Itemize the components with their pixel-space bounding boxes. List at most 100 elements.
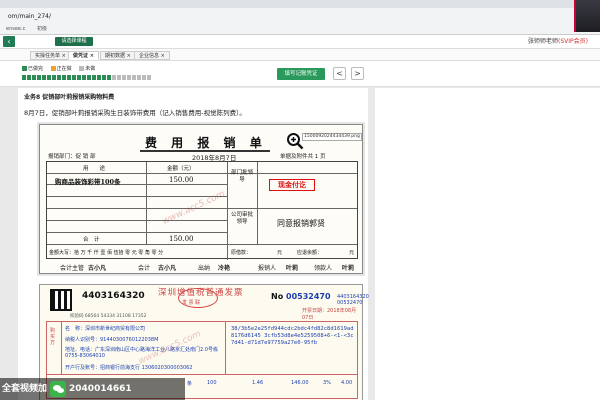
course-select[interactable]: 请选择课程 bbox=[55, 37, 93, 46]
question-dot[interactable] bbox=[42, 75, 46, 80]
question-dot[interactable] bbox=[72, 75, 76, 80]
buyer-label: 购买方 bbox=[50, 328, 56, 346]
square-icon bbox=[22, 66, 27, 71]
table-line bbox=[257, 162, 258, 244]
sign-name: 冷艳 bbox=[218, 265, 231, 272]
qr-code-icon bbox=[50, 289, 72, 311]
question-dot[interactable] bbox=[82, 75, 86, 80]
sign-label: 报销人 bbox=[258, 265, 277, 272]
question-dot[interactable] bbox=[87, 75, 91, 80]
status-toolbar: 已做完 正在做 未做 填写记账凭证 < > bbox=[0, 61, 600, 87]
back-button[interactable]: ‹ bbox=[3, 36, 15, 47]
invoice-date: 开票日期：2018年08月07日 bbox=[302, 308, 357, 321]
browser-bar: om/main_274/ ensee.c 初级 bbox=[0, 0, 600, 35]
question-dot[interactable] bbox=[92, 75, 96, 80]
address-bar[interactable]: om/main_274/ bbox=[0, 10, 600, 24]
user-info[interactable]: 张师师老师(SVIP会员) bbox=[528, 37, 588, 47]
question-dot[interactable] bbox=[107, 75, 111, 80]
invoice-code: 4403164320 bbox=[82, 291, 145, 301]
close-icon[interactable]: × bbox=[127, 53, 131, 59]
table-line bbox=[146, 162, 147, 244]
prev-button[interactable]: < bbox=[333, 67, 346, 80]
wechat-id: 2040014661 bbox=[69, 384, 132, 394]
question-dot[interactable] bbox=[32, 75, 36, 80]
tab-voucher[interactable]: 做凭证 × bbox=[68, 51, 99, 60]
question-dot[interactable] bbox=[67, 75, 71, 80]
question-dot[interactable] bbox=[52, 75, 56, 80]
table-line bbox=[61, 322, 62, 374]
sign-name: 叶莉 bbox=[342, 265, 355, 272]
bookmarks-bar: ensee.c 初级 bbox=[0, 24, 600, 35]
promo-watermark: 全套视频加 2040014661 bbox=[0, 378, 185, 400]
question-dot[interactable] bbox=[132, 75, 136, 80]
approval-note: 同意报销郭贤 bbox=[277, 219, 325, 228]
next-button[interactable]: > bbox=[351, 67, 364, 80]
original-borrow: 原借款： bbox=[231, 250, 252, 256]
table-line bbox=[47, 244, 357, 245]
amount-in-words: 金额大写：拾 万 千 仟 壹 佰 伍拾 零 元 零 角 零 分 bbox=[49, 250, 164, 256]
promo-text: 全套视频加 bbox=[2, 384, 48, 394]
question-dot[interactable] bbox=[47, 75, 51, 80]
question-dot[interactable] bbox=[137, 75, 141, 80]
tab-label: 实操任务单 bbox=[35, 53, 61, 59]
total-label: 合 计 bbox=[83, 237, 100, 243]
invoice-number: No 00532470 bbox=[271, 292, 331, 301]
check-code: 校验码 68564 54334 31108 17352 bbox=[70, 314, 147, 319]
question-dot[interactable] bbox=[57, 75, 61, 80]
question-dot[interactable] bbox=[142, 75, 146, 80]
tab-label: 企业信息 bbox=[139, 53, 160, 59]
question-dot[interactable] bbox=[127, 75, 131, 80]
question-dot[interactable] bbox=[37, 75, 41, 80]
table-line bbox=[47, 196, 227, 197]
form-attachments: 单据及附件共 1 页 bbox=[280, 154, 326, 160]
form-dept: 报销部门：促 销 部 bbox=[48, 154, 96, 160]
user-name: 张师师老师 bbox=[528, 38, 559, 45]
question-dot[interactable] bbox=[112, 75, 116, 80]
yuan-unit: 元 bbox=[277, 250, 283, 256]
dept-approver-label: 部门批领导 bbox=[231, 170, 254, 183]
question-dot[interactable] bbox=[22, 75, 26, 80]
app-header: ‹ 请选择课程 张师师老师(SVIP会员) bbox=[0, 35, 600, 49]
question-dot[interactable] bbox=[117, 75, 121, 80]
tab-company-info[interactable]: 企业信息 × bbox=[134, 51, 170, 60]
question-navigator bbox=[22, 75, 152, 82]
tab-label: 做凭证 bbox=[73, 53, 89, 59]
col-amount-header: 金额（元） bbox=[167, 166, 195, 172]
row-unit: 条 bbox=[187, 381, 193, 387]
question-dot[interactable] bbox=[147, 75, 151, 80]
square-icon bbox=[79, 66, 85, 71]
fill-voucher-button[interactable]: 填写记账凭证 bbox=[277, 68, 325, 80]
square-icon bbox=[50, 66, 56, 71]
course-tabs: 实操任务单 × 做凭证 × 期初数据 × 企业信息 × bbox=[0, 49, 600, 61]
question-dot[interactable] bbox=[122, 75, 126, 80]
cash-paid-stamp: 现金付讫 bbox=[269, 179, 315, 191]
tab-opening-data[interactable]: 期初数据 × bbox=[100, 51, 136, 60]
item-amount: 150.00 bbox=[169, 176, 194, 184]
close-icon[interactable]: × bbox=[90, 53, 94, 59]
bookmark-item[interactable]: 初级 bbox=[37, 26, 47, 32]
sign-name: 古小凡 bbox=[158, 265, 177, 272]
sign-label: 领款人 bbox=[314, 265, 333, 272]
row-tax: 4.00 bbox=[341, 380, 353, 386]
question-dot[interactable] bbox=[97, 75, 101, 80]
webcam-overlay bbox=[574, 0, 600, 32]
close-icon[interactable]: × bbox=[161, 53, 165, 59]
row-price: 1.46 bbox=[252, 380, 264, 386]
question-dot[interactable] bbox=[62, 75, 66, 80]
table-line bbox=[225, 322, 226, 374]
buyer-tax-id: 纳税人识别号：91440300760122038M bbox=[65, 337, 159, 343]
close-icon[interactable]: × bbox=[62, 53, 66, 59]
question-dot[interactable] bbox=[27, 75, 31, 80]
item-use: 购商品装饰彩带100条 bbox=[55, 178, 121, 186]
table-line bbox=[47, 173, 357, 174]
question-dot[interactable] bbox=[77, 75, 81, 80]
browser-tab-strip bbox=[0, 0, 600, 8]
question-dot[interactable] bbox=[102, 75, 106, 80]
bookmark-item[interactable]: ensee.c bbox=[6, 26, 25, 32]
total-amount: 150.00 bbox=[169, 235, 194, 243]
sign-name: 古小凡 bbox=[88, 265, 107, 272]
expense-reimbursement-form[interactable]: 费 用 报 销 单 报销部门：促 销 部 2018年8月7日 单据及附件共 1 … bbox=[39, 124, 363, 274]
tab-task-list[interactable]: 实操任务单 × bbox=[30, 51, 71, 60]
row-qty: 100 bbox=[207, 380, 217, 386]
sign-name: 叶莉 bbox=[286, 265, 299, 272]
